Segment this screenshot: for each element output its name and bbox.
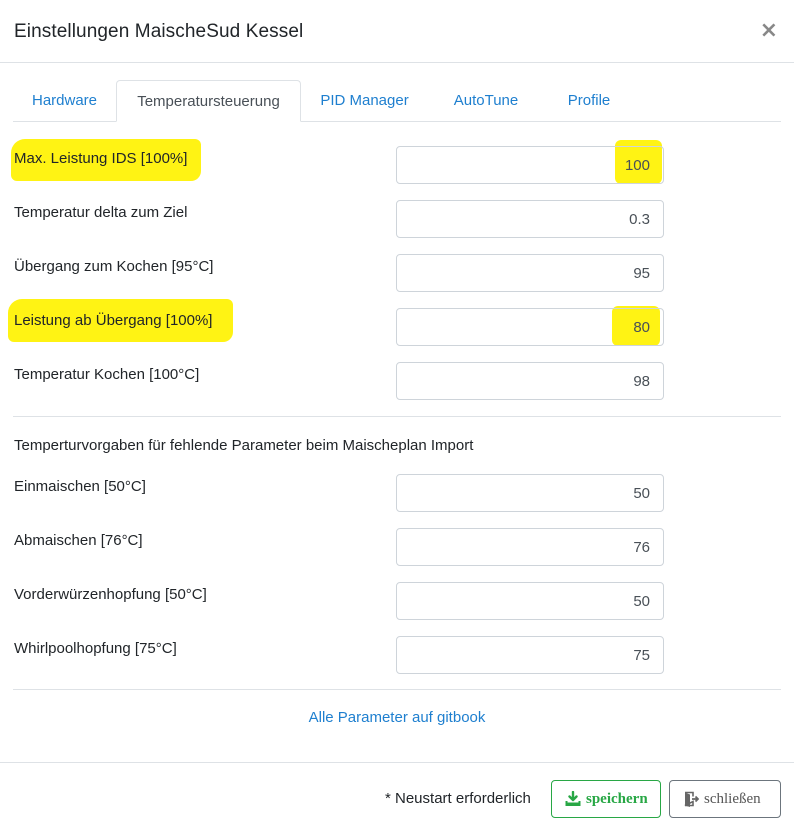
setting-row: Abmaischen [76°C] 76 xyxy=(0,528,794,568)
input-value: 98 xyxy=(633,373,650,390)
setting-label: Übergang zum Kochen [95°C] xyxy=(14,258,214,275)
close-label: schließen xyxy=(704,791,761,807)
settings-modal: Einstellungen MaischeSud Kessel × Hardwa… xyxy=(0,0,794,825)
modal-header: Einstellungen MaischeSud Kessel × xyxy=(0,0,794,63)
save-button[interactable]: speichern xyxy=(551,780,661,818)
divider xyxy=(13,416,781,417)
setting-input[interactable]: 98 xyxy=(396,362,664,400)
setting-row: Max. Leistung IDS [100%] 100 xyxy=(0,146,794,186)
setting-label: Whirlpoolhopfung [75°C] xyxy=(14,640,177,657)
setting-input[interactable]: 75 xyxy=(396,636,664,674)
setting-label: Temperatur Kochen [100°C] xyxy=(14,366,200,383)
tab-bar: Hardware Temperatursteuerung PID Manager… xyxy=(13,80,781,122)
setting-input[interactable]: 100 xyxy=(396,146,664,184)
input-value: 100 xyxy=(624,157,650,174)
setting-row: Übergang zum Kochen [95°C] 95 xyxy=(0,254,794,294)
setting-row: Einmaischen [50°C] 50 xyxy=(0,474,794,514)
tab-temperatursteuerung[interactable]: Temperatursteuerung xyxy=(116,80,301,122)
close-button[interactable]: schließen xyxy=(669,780,781,818)
setting-label: Abmaischen [76°C] xyxy=(14,532,143,549)
save-label: speichern xyxy=(586,791,648,807)
input-value: 76 xyxy=(633,539,650,556)
setting-label: Vorderwürzenhopfung [50°C] xyxy=(14,586,207,603)
tab-pid-manager[interactable]: PID Manager xyxy=(301,80,428,122)
setting-input[interactable]: 50 xyxy=(396,474,664,512)
setting-input[interactable]: 95 xyxy=(396,254,664,292)
setting-input[interactable]: 0.3 xyxy=(396,200,664,238)
setting-label: Einmaischen [50°C] xyxy=(14,478,146,495)
setting-row: Vorderwürzenhopfung [50°C] 50 xyxy=(0,582,794,622)
setting-input[interactable]: 80 xyxy=(396,308,664,346)
section-heading: Temperturvorgaben für fehlende Parameter… xyxy=(14,437,474,454)
sign-out-icon xyxy=(684,791,699,807)
input-value: 50 xyxy=(633,485,650,502)
tab-profile[interactable]: Profile xyxy=(544,80,634,122)
modal-footer: * Neustart erforderlich speichern schlie… xyxy=(0,762,794,825)
setting-row: Leistung ab Übergang [100%] 80 xyxy=(0,308,794,348)
setting-row: Temperatur Kochen [100°C] 98 xyxy=(0,362,794,402)
setting-input[interactable]: 50 xyxy=(396,582,664,620)
divider xyxy=(13,689,781,690)
setting-row: Whirlpoolhopfung [75°C] 75 xyxy=(0,636,794,676)
tab-autotune[interactable]: AutoTune xyxy=(428,80,544,122)
restart-note: * Neustart erforderlich xyxy=(385,790,531,807)
modal-title: Einstellungen MaischeSud Kessel xyxy=(14,21,304,42)
close-icon[interactable]: × xyxy=(760,20,778,42)
input-value: 50 xyxy=(633,593,650,610)
input-value: 75 xyxy=(633,647,650,664)
tab-hardware[interactable]: Hardware xyxy=(13,80,116,122)
input-value: 95 xyxy=(633,265,650,282)
setting-row: Temperatur delta zum Ziel 0.3 xyxy=(0,200,794,240)
setting-label: Temperatur delta zum Ziel xyxy=(14,204,188,221)
download-icon xyxy=(565,791,581,806)
input-value: 0.3 xyxy=(629,211,650,228)
setting-input[interactable]: 76 xyxy=(396,528,664,566)
input-value: 80 xyxy=(633,319,650,336)
gitbook-link[interactable]: Alle Parameter auf gitbook xyxy=(0,709,794,726)
